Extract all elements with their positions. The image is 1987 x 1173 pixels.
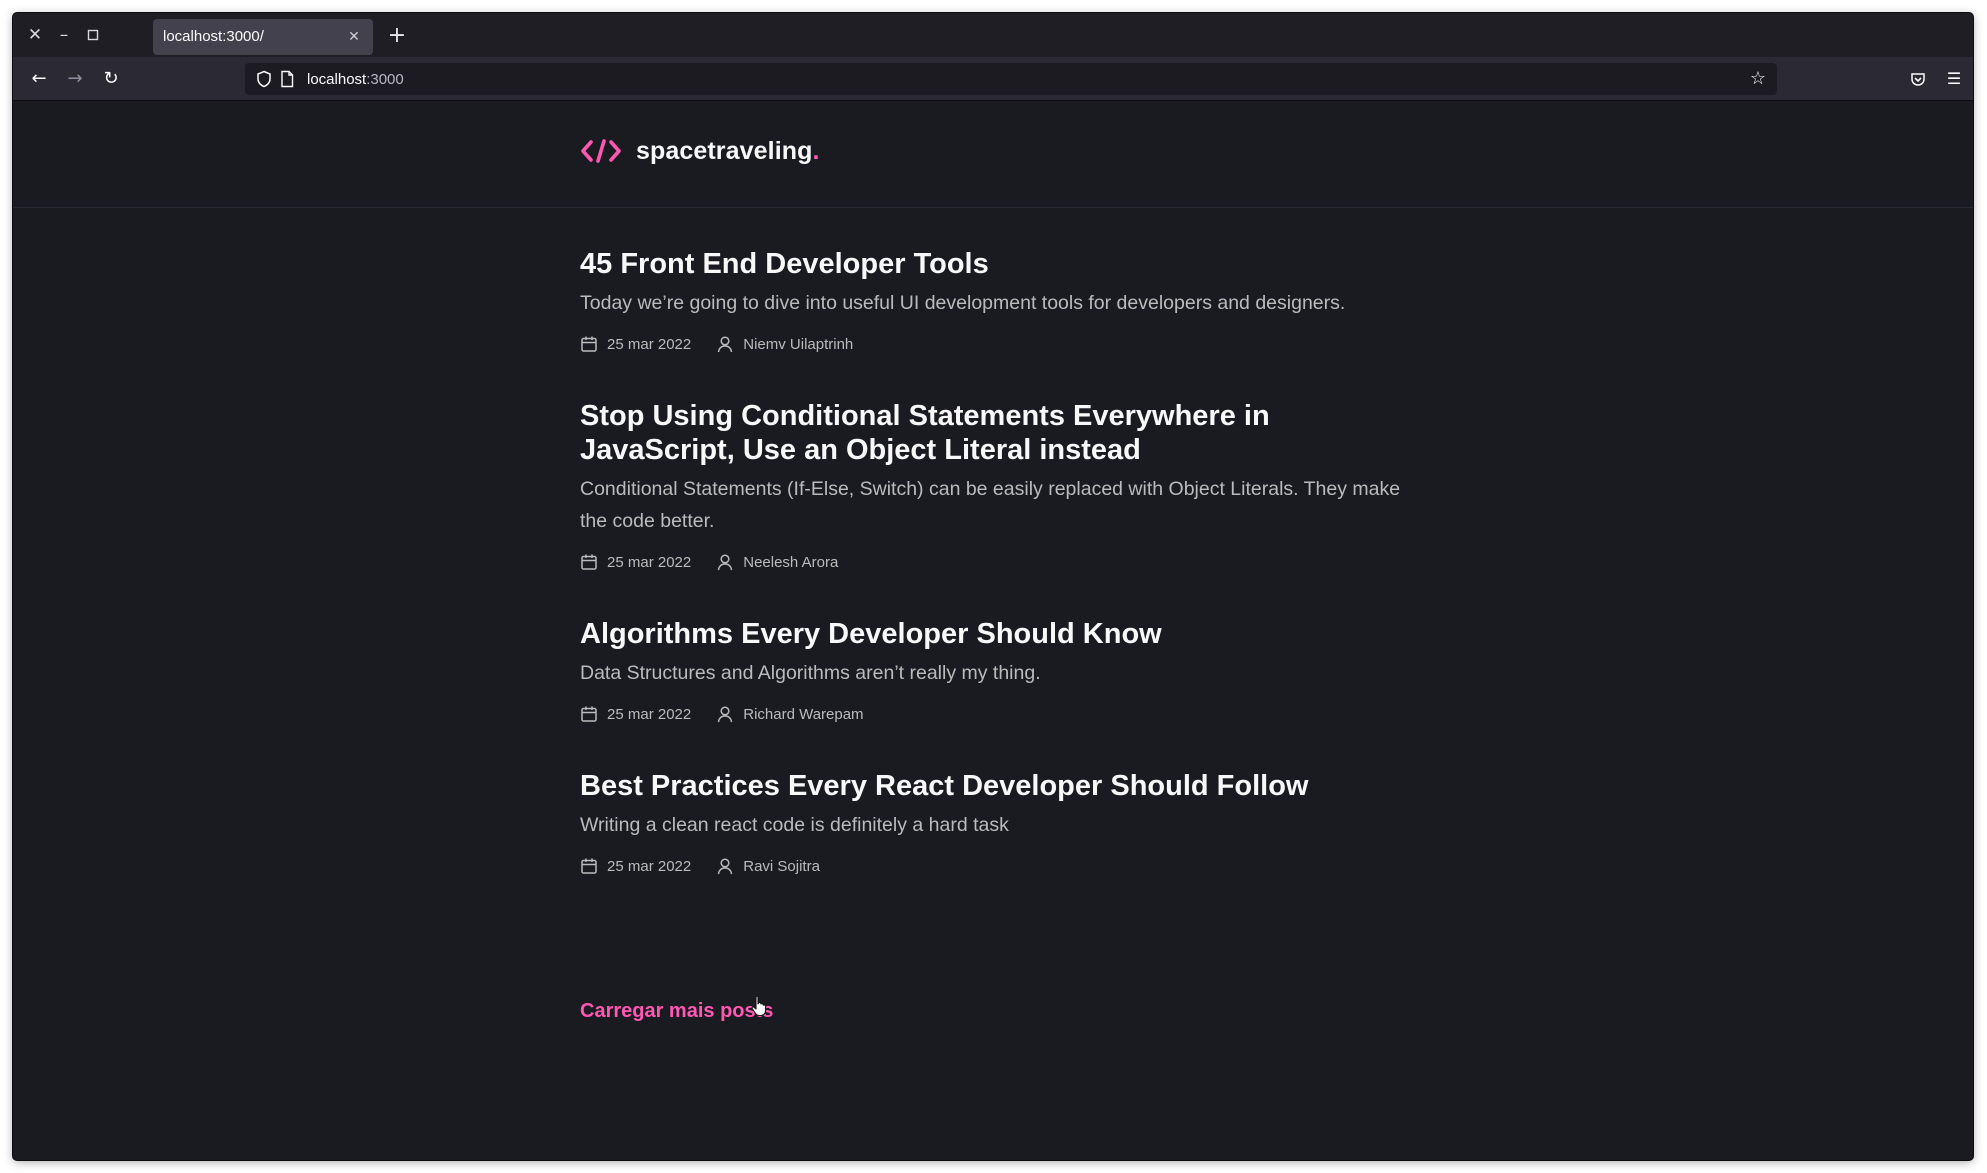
site-header: spacetraveling. xyxy=(13,102,1973,208)
forward-arrow-icon[interactable]: → xyxy=(62,66,88,92)
code-logo-icon xyxy=(581,139,621,163)
browser-navbar: ← → ↻ localhost:3000 ☆ ☰ xyxy=(13,57,1973,101)
post-subtitle: Writing a clean react code is definitely… xyxy=(580,814,1009,836)
tab-title: localhost:3000/ xyxy=(163,28,264,45)
post-date: 25 mar 2022 xyxy=(607,335,692,353)
browser-window: ✕ – localhost:3000/ ✕ + ← → ↻ localhost:… xyxy=(13,13,1973,1160)
tab-close-icon[interactable]: ✕ xyxy=(343,25,365,47)
post-author: Richard Warepam xyxy=(743,705,864,723)
post-date: 25 mar 2022 xyxy=(607,705,692,723)
post-author: Niemv Uilaptrinh xyxy=(743,335,854,353)
post-meta: 25 mar 2022 Ravi Sojitra xyxy=(580,855,1410,877)
window-close-icon[interactable]: ✕ xyxy=(23,23,47,47)
post-subtitle: Data Structures and Algorithms aren’t re… xyxy=(580,662,1041,684)
calendar-icon xyxy=(581,554,597,570)
calendar-icon xyxy=(581,706,597,722)
post-meta: 25 mar 2022 Niemv Uilaptrinh xyxy=(580,333,1410,355)
window-minimize-icon[interactable]: – xyxy=(52,23,76,47)
user-icon xyxy=(717,706,733,723)
post-title[interactable]: Best Practices Every React Developer Sho… xyxy=(580,769,1410,803)
page-icon xyxy=(281,70,294,88)
browser-tab[interactable]: localhost:3000/ ✕ xyxy=(153,19,373,55)
post-item[interactable]: Stop Using Conditional Statements Everyw… xyxy=(580,399,1410,573)
site-logo[interactable]: spacetraveling. xyxy=(580,133,819,169)
new-tab-icon[interactable]: + xyxy=(384,23,410,49)
hand-cursor-icon xyxy=(751,995,767,1017)
url-text[interactable]: localhost:3000 xyxy=(307,71,404,88)
shield-icon[interactable] xyxy=(255,70,273,88)
page-viewport: spacetraveling. 45 Front End Developer T… xyxy=(13,102,1973,1160)
calendar-icon xyxy=(581,858,597,874)
reload-icon[interactable]: ↻ xyxy=(98,66,124,92)
post-title[interactable]: Algorithms Every Developer Should Know xyxy=(580,617,1410,651)
load-more-button[interactable]: Carregar mais posts xyxy=(580,1000,773,1023)
bookmark-star-icon[interactable]: ☆ xyxy=(1747,67,1769,89)
user-icon xyxy=(717,554,733,571)
logo-text: spacetraveling xyxy=(636,136,813,165)
pocket-icon[interactable] xyxy=(1905,66,1931,92)
post-date: 25 mar 2022 xyxy=(607,857,692,875)
window-maximize-icon[interactable] xyxy=(81,23,105,47)
post-meta: 25 mar 2022 Neelesh Arora xyxy=(580,551,1410,573)
post-title[interactable]: Stop Using Conditional Statements Everyw… xyxy=(580,399,1410,467)
post-author: Neelesh Arora xyxy=(743,553,839,571)
menu-icon[interactable]: ☰ xyxy=(1941,66,1967,92)
post-subtitle: Conditional Statements (If-Else, Switch)… xyxy=(580,478,1401,532)
user-icon xyxy=(717,336,733,353)
user-icon xyxy=(717,858,733,875)
post-title[interactable]: 45 Front End Developer Tools xyxy=(580,247,1410,281)
address-bar[interactable]: localhost:3000 ☆ xyxy=(245,63,1777,95)
post-item[interactable]: Algorithms Every Developer Should Know D… xyxy=(580,617,1410,725)
post-list: 45 Front End Developer Tools Today we’re… xyxy=(580,247,1410,921)
calendar-icon xyxy=(581,336,597,352)
post-meta: 25 mar 2022 Richard Warepam xyxy=(580,703,1410,725)
post-author: Ravi Sojitra xyxy=(743,857,820,875)
post-subtitle: Today we’re going to dive into useful UI… xyxy=(580,292,1346,314)
browser-titlebar: ✕ – localhost:3000/ ✕ + xyxy=(13,13,1973,57)
post-date: 25 mar 2022 xyxy=(607,553,692,571)
logo-dot: . xyxy=(812,136,820,165)
back-arrow-icon[interactable]: ← xyxy=(26,66,52,92)
post-item[interactable]: 45 Front End Developer Tools Today we’re… xyxy=(580,247,1410,355)
post-item[interactable]: Best Practices Every React Developer Sho… xyxy=(580,769,1410,877)
